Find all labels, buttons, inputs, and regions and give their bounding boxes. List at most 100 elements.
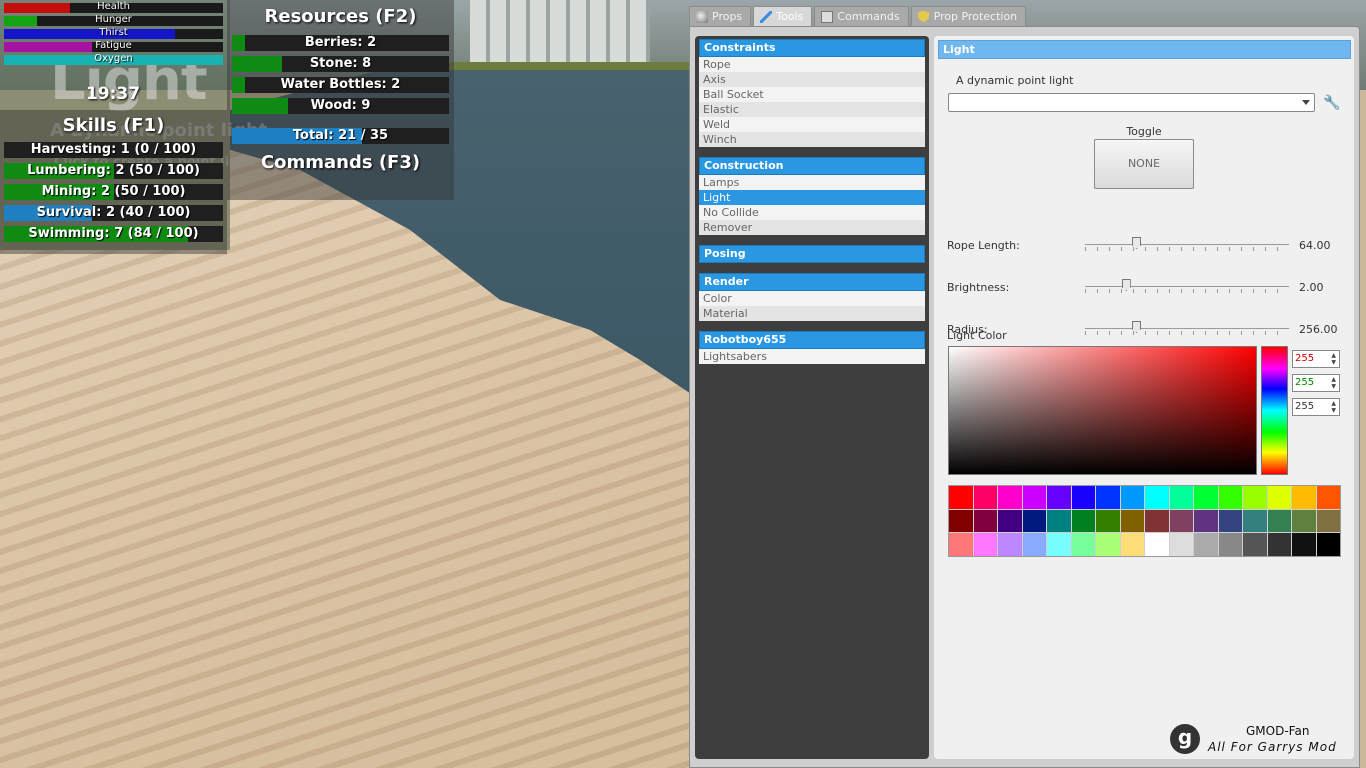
color-swatch[interactable]: [1120, 533, 1144, 556]
blue-value-input[interactable]: 255 ▲ ▼: [1292, 398, 1340, 416]
color-swatch[interactable]: [1194, 486, 1218, 509]
tool-item-elastic[interactable]: Elastic: [699, 102, 925, 117]
category-header[interactable]: Render: [699, 273, 925, 291]
slider-rope-length[interactable]: Rope Length: 64.00: [947, 235, 1342, 255]
color-swatch[interactable]: [998, 509, 1022, 533]
color-swatch[interactable]: [1145, 533, 1169, 556]
color-swatch[interactable]: [1267, 533, 1291, 556]
tool-item-axis[interactable]: Axis: [699, 72, 925, 87]
color-swatch[interactable]: [1120, 509, 1144, 533]
slider-ticks: [1085, 289, 1289, 293]
tool-item-rope[interactable]: Rope: [699, 57, 925, 72]
tab-commands[interactable]: Commands: [814, 6, 909, 26]
tool-category-list[interactable]: Constraints Rope Axis Ball Socket Elastic Wel…: [695, 36, 929, 759]
color-swatch[interactable]: [1022, 533, 1046, 556]
category-header[interactable]: Constraints: [699, 39, 925, 57]
color-swatch[interactable]: [1218, 486, 1242, 509]
tool-item-lightsabers[interactable]: Lightsabers: [699, 349, 925, 364]
color-swatch[interactable]: [1096, 486, 1120, 509]
resource-label: Berries: 2: [304, 35, 377, 50]
color-swatch[interactable]: [1071, 486, 1095, 509]
color-swatch[interactable]: [1145, 509, 1169, 533]
color-palette[interactable]: [948, 485, 1341, 557]
color-swatch[interactable]: [1292, 486, 1316, 509]
color-swatch[interactable]: [1022, 509, 1046, 533]
slider-value[interactable]: 256.00: [1299, 323, 1338, 336]
color-swatch[interactable]: [1218, 509, 1242, 533]
tool-item-material[interactable]: Material: [699, 306, 925, 321]
tool-item-light[interactable]: Light: [699, 190, 925, 205]
color-swatch[interactable]: [1096, 533, 1120, 556]
color-swatch[interactable]: [1071, 509, 1095, 533]
color-swatch[interactable]: [949, 486, 973, 509]
preset-dropdown[interactable]: [948, 93, 1315, 112]
color-swatch[interactable]: [1022, 486, 1046, 509]
category-header[interactable]: Robotboy655: [699, 331, 925, 349]
color-swatch[interactable]: [949, 533, 973, 556]
wrench-icon[interactable]: 🔧: [1323, 95, 1340, 111]
resource-label: Water Bottles: 2: [280, 77, 401, 92]
color-swatch[interactable]: [1047, 533, 1071, 556]
color-swatch[interactable]: [1292, 509, 1316, 533]
color-swatch[interactable]: [1047, 486, 1071, 509]
slider-track[interactable]: [1085, 244, 1289, 245]
slider-brightness[interactable]: Brightness: 2.00: [947, 277, 1342, 297]
color-swatch[interactable]: [1169, 509, 1193, 533]
toggle-key-binder[interactable]: NONE: [1094, 139, 1194, 189]
color-swatch[interactable]: [1194, 533, 1218, 556]
color-swatch[interactable]: [1316, 486, 1340, 509]
color-swatch[interactable]: [949, 509, 973, 533]
slider-value[interactable]: 64.00: [1299, 239, 1331, 252]
color-hue-slider[interactable]: [1261, 346, 1288, 475]
color-swatch[interactable]: [1218, 533, 1242, 556]
color-swatch[interactable]: [1243, 486, 1267, 509]
color-swatch[interactable]: [1267, 509, 1291, 533]
stepper-arrows-icon[interactable]: ▲ ▼: [1331, 376, 1336, 390]
color-swatch[interactable]: [1120, 486, 1144, 509]
tool-item-color[interactable]: Color: [699, 291, 925, 306]
category-header[interactable]: Construction: [699, 157, 925, 175]
color-swatch[interactable]: [1243, 533, 1267, 556]
tool-item-remover[interactable]: Remover: [699, 220, 925, 235]
slider-value[interactable]: 2.00: [1299, 281, 1324, 294]
color-swatch[interactable]: [1316, 533, 1340, 556]
color-swatch[interactable]: [1169, 486, 1193, 509]
tool-item-weld[interactable]: Weld: [699, 117, 925, 132]
color-swatch[interactable]: [998, 533, 1022, 556]
red-value-input[interactable]: 255 ▲ ▼: [1292, 350, 1340, 368]
color-swatch[interactable]: [998, 486, 1022, 509]
color-swatch[interactable]: [1047, 509, 1071, 533]
slider-track[interactable]: [1085, 286, 1289, 287]
color-swatch[interactable]: [1316, 509, 1340, 533]
color-swatch[interactable]: [1243, 509, 1267, 533]
tool-item-lamps[interactable]: Lamps: [699, 175, 925, 190]
color-swatch[interactable]: [1292, 533, 1316, 556]
tool-item-winch[interactable]: Winch: [699, 132, 925, 147]
color-swatch[interactable]: [1267, 486, 1291, 509]
stepper-arrows-icon[interactable]: ▲ ▼: [1331, 400, 1336, 414]
status-bar-label: Thirst: [99, 27, 128, 38]
tab-tools[interactable]: Tools: [753, 6, 813, 26]
tool-item-no-collide[interactable]: No Collide: [699, 205, 925, 220]
green-value-input[interactable]: 255 ▲ ▼: [1292, 374, 1340, 392]
color-swatch[interactable]: [1194, 509, 1218, 533]
color-saturation-value-picker[interactable]: [948, 346, 1257, 475]
color-swatch[interactable]: [973, 509, 997, 533]
color-swatch[interactable]: [1145, 486, 1169, 509]
slider-track[interactable]: [1085, 328, 1289, 329]
color-swatch[interactable]: [1071, 533, 1095, 556]
category-header[interactable]: Posing: [699, 245, 925, 263]
tool-item-ball-socket[interactable]: Ball Socket: [699, 87, 925, 102]
resource-label: Stone: 8: [309, 56, 372, 71]
gmod-fan-watermark: g GMOD-Fan All For Garrys Mod: [1170, 722, 1350, 758]
status-bar-label: Oxygen: [94, 53, 133, 64]
tab-prop-protection[interactable]: Prop Protection: [910, 6, 1027, 26]
color-swatch[interactable]: [973, 533, 997, 556]
color-swatch[interactable]: [1096, 509, 1120, 533]
color-swatch[interactable]: [1169, 533, 1193, 556]
status-bar-fatigue: Fatigue: [4, 40, 223, 52]
color-swatch[interactable]: [973, 486, 997, 509]
stepper-arrows-icon[interactable]: ▲ ▼: [1331, 352, 1336, 366]
tab-props[interactable]: Props: [689, 6, 752, 26]
resources-total: Total: 21 / 35: [232, 128, 449, 144]
